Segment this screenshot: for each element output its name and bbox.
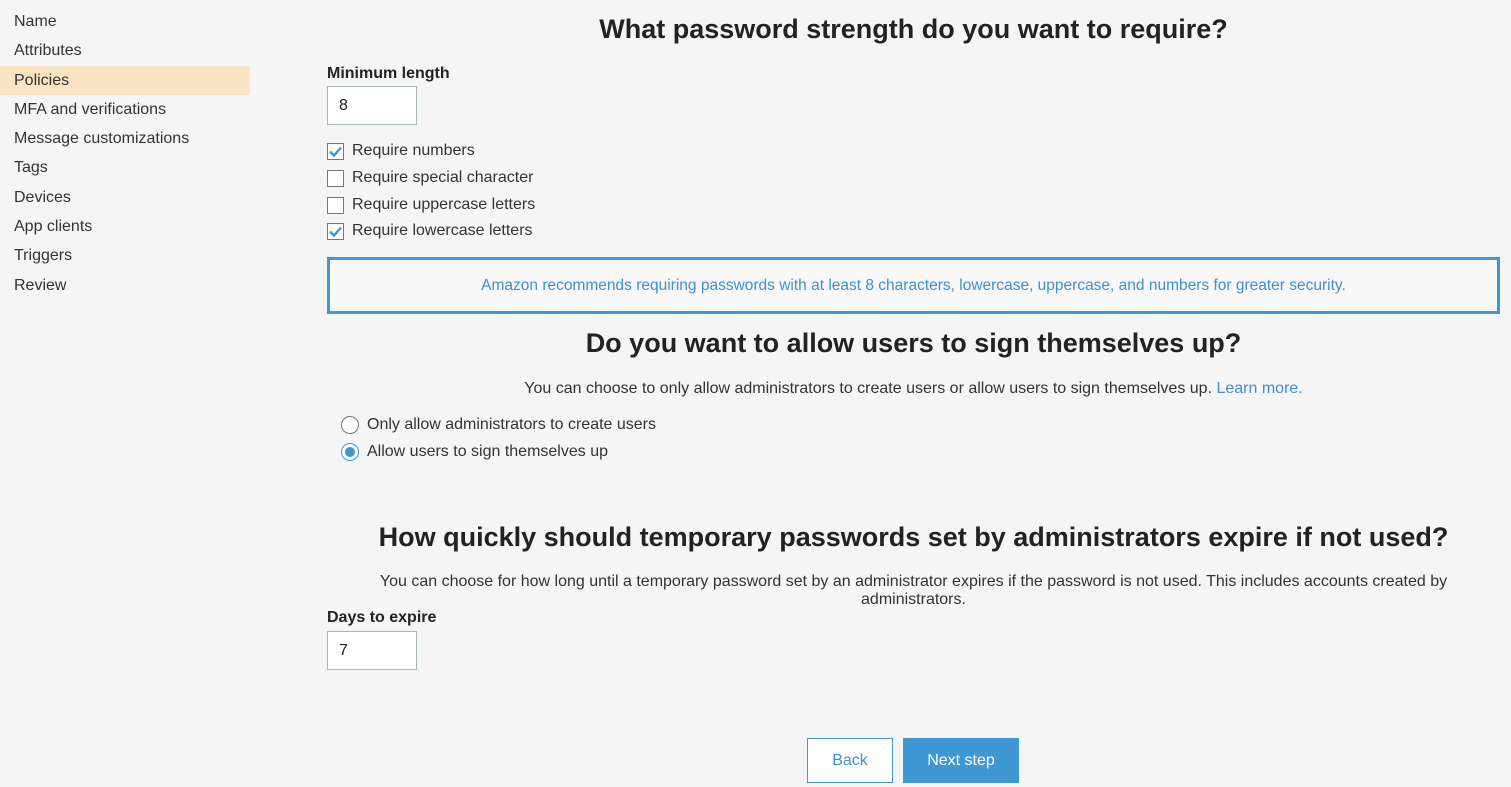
require-special-label: Require special character [352, 169, 534, 186]
learn-more-link[interactable]: Learn more. [1216, 380, 1302, 397]
expiry-description: You can choose for how long until a temp… [379, 573, 1448, 608]
sidebar-item-triggers[interactable]: Triggers [0, 241, 250, 270]
expiry-heading: How quickly should temporary passwords s… [378, 522, 1449, 552]
require-uppercase-checkbox[interactable] [327, 196, 344, 214]
sidebar-nav: Name Attributes Policies MFA and verific… [0, 7, 250, 300]
checkmark-icon [329, 146, 342, 157]
self-signup-radio[interactable] [341, 443, 359, 461]
sidebar-item-mfa[interactable]: MFA and verifications [0, 95, 250, 124]
require-uppercase-label: Require uppercase letters [352, 196, 536, 213]
sidebar-item-tags[interactable]: Tags [0, 153, 250, 182]
password-recommendation-box: Amazon recommends requiring passwords wi… [327, 257, 1500, 314]
signup-description: You can choose to only allow administrat… [327, 380, 1500, 398]
require-lowercase-option[interactable]: Require lowercase letters [327, 221, 533, 241]
days-to-expire-label: Days to expire [327, 609, 437, 626]
require-numbers-checkbox[interactable] [327, 142, 344, 160]
sidebar-item-name[interactable]: Name [0, 7, 250, 36]
require-numbers-option[interactable]: Require numbers [327, 141, 475, 161]
back-button[interactable]: Back [807, 738, 893, 783]
require-lowercase-label: Require lowercase letters [352, 222, 533, 239]
admin-only-option[interactable]: Only allow administrators to create user… [341, 415, 656, 435]
signup-description-text: You can choose to only allow administrat… [524, 380, 1213, 397]
min-length-input[interactable] [327, 86, 417, 125]
password-recommendation-text: Amazon recommends requiring passwords wi… [481, 276, 1346, 294]
password-strength-heading: What password strength do you want to re… [599, 14, 1228, 44]
signup-heading: Do you want to allow users to sign thems… [585, 328, 1242, 358]
self-signup-option[interactable]: Allow users to sign themselves up [341, 442, 608, 462]
admin-only-label: Only allow administrators to create user… [367, 416, 656, 433]
sidebar-item-devices[interactable]: Devices [0, 183, 250, 212]
next-step-button[interactable]: Next step [903, 738, 1019, 783]
sidebar-item-message-customizations[interactable]: Message customizations [0, 124, 250, 153]
self-signup-label: Allow users to sign themselves up [367, 443, 608, 460]
require-uppercase-option[interactable]: Require uppercase letters [327, 195, 535, 215]
sidebar-item-policies[interactable]: Policies [0, 65, 250, 95]
admin-only-radio[interactable] [341, 416, 359, 434]
require-special-checkbox[interactable] [327, 169, 344, 187]
sidebar-item-app-clients[interactable]: App clients [0, 212, 250, 241]
require-lowercase-checkbox[interactable] [327, 222, 344, 240]
days-to-expire-input[interactable] [327, 631, 417, 670]
sidebar-item-review[interactable]: Review [0, 271, 250, 300]
checkmark-icon [329, 226, 342, 237]
min-length-label: Minimum length [327, 65, 450, 82]
require-special-option[interactable]: Require special character [327, 168, 533, 188]
require-numbers-label: Require numbers [352, 142, 475, 159]
sidebar-item-attributes[interactable]: Attributes [0, 36, 250, 65]
